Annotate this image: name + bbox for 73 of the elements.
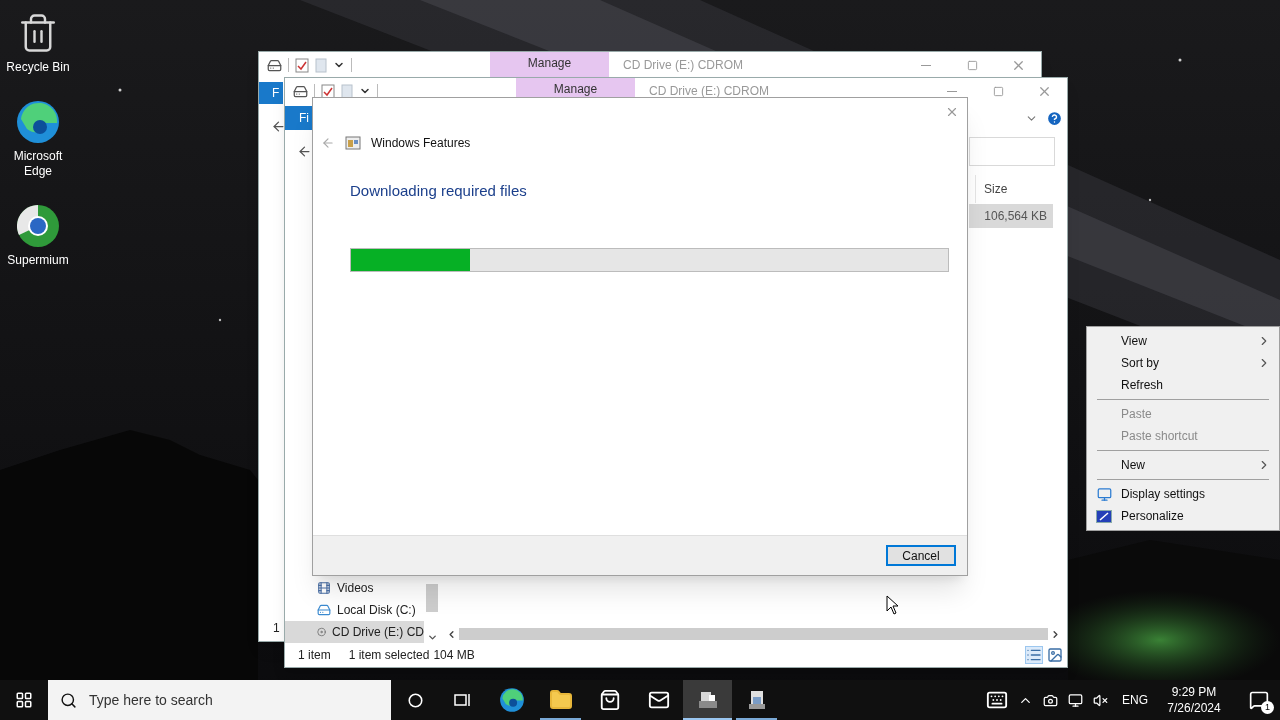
- display-icon: [1096, 486, 1112, 502]
- taskbar-app[interactable]: [683, 680, 732, 720]
- menu-item[interactable]: Personalize: [1087, 505, 1279, 527]
- drive-icon: [317, 603, 331, 617]
- camera-icon[interactable]: [1043, 692, 1058, 708]
- window-title: CD Drive (E:) CDROM: [622, 57, 743, 74]
- browser-icon: [15, 99, 61, 145]
- file-tab[interactable]: Fi: [285, 106, 315, 130]
- scroll-right-icon[interactable]: [1050, 628, 1061, 640]
- drive-icon[interactable]: [293, 83, 308, 99]
- volume-muted-icon[interactable]: [1093, 692, 1108, 708]
- search-box[interactable]: Type here to search: [48, 680, 391, 720]
- menu-item[interactable]: Display settings: [1087, 483, 1279, 505]
- status-text: 1: [273, 620, 280, 637]
- store-icon: [598, 689, 621, 711]
- mail-icon: [647, 689, 670, 711]
- network-icon[interactable]: [1068, 692, 1083, 708]
- details-view-icon[interactable]: [1025, 646, 1043, 664]
- clock[interactable]: 9:29 PM 7/26/2024: [1162, 684, 1226, 716]
- menu-item[interactable]: Refresh: [1087, 374, 1279, 396]
- selection-status: 1 item selected: [348, 647, 430, 664]
- browser-icon: [15, 203, 61, 249]
- minimize-icon: [921, 64, 931, 66]
- help-icon[interactable]: [1046, 109, 1063, 127]
- item-count: 1 item: [298, 647, 331, 664]
- scrollbar-thumb[interactable]: [459, 628, 1048, 640]
- selection-size: 104 MB: [433, 647, 475, 664]
- menu-item[interactable]: Sort by: [1087, 352, 1279, 374]
- nav-item-label: Videos: [337, 580, 374, 597]
- windows-logo-icon: [15, 691, 33, 709]
- task-view-icon: [454, 692, 472, 708]
- cancel-button[interactable]: Cancel: [886, 545, 956, 566]
- menu-item[interactable]: New: [1087, 454, 1279, 476]
- maximize-icon: [992, 85, 1004, 97]
- menu-item[interactable]: View: [1087, 330, 1279, 352]
- scrollbar-thumb[interactable]: [426, 584, 438, 612]
- cursor-icon: [886, 595, 899, 615]
- desktop-icon-label[interactable]: Microsoft Edge: [0, 149, 76, 179]
- desktop-icon-label[interactable]: Recycle Bin: [0, 60, 76, 75]
- nav-item-label: CD Drive (E:) CD: [332, 624, 424, 641]
- personalize-icon: [1096, 509, 1112, 523]
- maximize-icon: [966, 59, 978, 71]
- new-folder-icon[interactable]: [341, 83, 353, 99]
- circle-icon: [407, 692, 423, 708]
- nav-item[interactable]: CD Drive (E:) CD: [285, 621, 424, 643]
- window-title: CD Drive (E:) CDROM: [648, 83, 769, 100]
- disc-drive-icon: [317, 625, 326, 639]
- drive-icon[interactable]: [267, 57, 282, 73]
- search-icon: [60, 691, 77, 709]
- keyboard-icon[interactable]: [986, 689, 1008, 711]
- nav-item[interactable]: Local Disk (C:): [285, 599, 424, 621]
- language-indicator[interactable]: ENG: [1118, 691, 1152, 709]
- notification-badge: 1: [1261, 701, 1274, 714]
- close-icon[interactable]: [945, 105, 959, 119]
- size-cell[interactable]: 106,564 KB: [969, 204, 1053, 228]
- ribbon-context-tab[interactable]: Manage: [490, 52, 609, 78]
- file-tab[interactable]: F: [259, 82, 283, 104]
- dialog-title: Windows Features: [371, 135, 471, 152]
- dialog-heading: Downloading required files: [350, 181, 528, 201]
- installer-icon: [696, 689, 719, 711]
- large-icons-view-icon[interactable]: [1047, 647, 1063, 663]
- column-header[interactable]: Size: [975, 175, 1055, 203]
- desktop-icon-label[interactable]: Supermium: [0, 253, 76, 268]
- nav-item-label: Local Disk (C:): [337, 602, 416, 619]
- scroll-down-icon[interactable]: [426, 632, 438, 643]
- window-features-icon: [345, 135, 361, 151]
- folder-icon: [548, 688, 573, 712]
- minimize-icon: [947, 90, 957, 92]
- properties-icon[interactable]: [295, 57, 309, 73]
- search-field[interactable]: [969, 136, 1055, 166]
- nav-item[interactable]: Videos: [285, 577, 424, 599]
- videos-icon: [317, 581, 331, 595]
- properties-icon[interactable]: [321, 83, 335, 99]
